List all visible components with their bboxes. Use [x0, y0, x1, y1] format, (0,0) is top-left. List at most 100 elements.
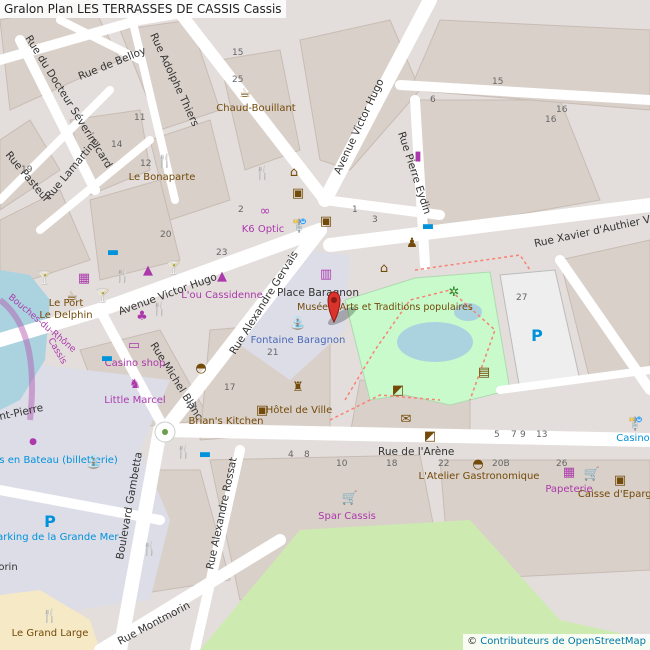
house-number: 7	[511, 430, 517, 440]
bus-stop-icon[interactable]: 🚏	[628, 416, 644, 432]
hotel-icon[interactable]: ▬	[107, 245, 119, 260]
fountain-icon[interactable]: ⛲	[86, 454, 102, 470]
house-number: 24	[186, 401, 198, 411]
house-number: 8	[304, 450, 310, 460]
house-number: 19	[21, 165, 33, 175]
restaurant-icon[interactable]: ◓	[472, 457, 483, 472]
hotel-icon[interactable]: ⌂	[290, 165, 298, 180]
place-label: Casino shop	[105, 358, 166, 369]
place-label: Musée d'Arts et Traditions populaires	[297, 302, 473, 313]
restaurant-icon[interactable]: 🍴	[255, 165, 271, 181]
shop-icon[interactable]: ◩	[392, 383, 404, 398]
hotel-icon[interactable]: ▬	[101, 351, 113, 366]
place-label: K6 Optic	[242, 224, 285, 235]
optician-icon[interactable]: ∞	[260, 204, 271, 219]
house-number: 1	[352, 205, 358, 215]
shop-icon[interactable]: ▦	[563, 465, 575, 480]
hotel-icon[interactable]: ▬	[199, 447, 211, 462]
cafe-icon[interactable]: ▣	[256, 403, 268, 418]
gift-icon[interactable]: ▦	[78, 271, 90, 286]
restaurant-icon[interactable]: ◓	[195, 361, 206, 376]
bus-stop-icon[interactable]: 🚏	[292, 218, 308, 234]
house-number: 13	[536, 430, 547, 440]
house-number: 10	[336, 459, 348, 469]
house-number: 14	[111, 140, 123, 150]
place-label: Spar Cassis	[318, 511, 376, 522]
town-hall-icon[interactable]: ◩	[424, 429, 436, 444]
bank-icon[interactable]: ▣	[614, 473, 626, 488]
house-number: 4	[288, 450, 294, 460]
house-number: 6	[430, 95, 436, 105]
hotel-icon[interactable]: ▬	[422, 219, 434, 234]
book-shop-icon[interactable]: ▮	[414, 149, 421, 164]
place-label: Le Bonaparte	[129, 172, 196, 183]
house-number: 17	[224, 383, 235, 393]
place-label: Casino	[616, 433, 650, 444]
clothes-icon[interactable]: ♞	[129, 377, 141, 392]
place-label: Place Baragnon	[277, 287, 359, 299]
place-label: Chaud-Bouillant	[216, 103, 296, 114]
place-label: Le Grand Large	[12, 628, 89, 639]
house-number: 16	[556, 105, 568, 115]
restaurant-icon[interactable]: 🍴	[152, 301, 168, 317]
place-label: L'Atelier Gastronomique	[419, 471, 540, 482]
place-label: orin	[0, 562, 18, 573]
place-label: Hôtel de Ville	[266, 404, 332, 416]
house-number: 25	[232, 75, 243, 85]
house-number: 23	[216, 248, 227, 258]
bank-icon[interactable]: ▣	[292, 186, 304, 201]
parking-icon[interactable]: P	[531, 326, 543, 345]
parking-icon[interactable]: P	[44, 512, 56, 531]
shop-icon[interactable]: ▤	[478, 365, 490, 380]
fountain-icon[interactable]: ⛲	[290, 315, 306, 331]
theatre-icon[interactable]: ▥	[320, 267, 332, 282]
bar-icon[interactable]: 🍸	[37, 269, 53, 286]
house-number: 20	[160, 230, 172, 240]
restaurant-icon[interactable]: 🍴	[42, 608, 58, 624]
house-number: 16	[545, 115, 557, 125]
place-label: Fontaine Baragnon	[251, 335, 346, 346]
map-attribution[interactable]: © Contributeurs de OpenStreetMap	[463, 634, 650, 650]
shop-icon[interactable]: 🛒	[342, 490, 358, 506]
house-number: 9	[520, 430, 526, 440]
openstreetmap-link[interactable]: Contributeurs de OpenStreetMap	[480, 636, 646, 647]
house-number: 27	[516, 293, 527, 303]
post-office-icon[interactable]: ✉	[401, 412, 412, 427]
cafe-icon[interactable]: ☕	[239, 86, 251, 101]
house-number: 18	[386, 459, 398, 469]
park-pond	[397, 322, 473, 362]
house-number: 15	[492, 77, 503, 87]
town-hall-icon[interactable]: ♜	[292, 380, 304, 395]
house-number: 15	[232, 48, 243, 58]
playground-icon[interactable]: ✲	[449, 285, 460, 300]
map-canvas[interactable]: Rue du Docteur Séverin Icard Rue de Bell…	[0, 0, 650, 650]
place-label: Le Delphin	[39, 310, 92, 321]
place-label: Caisse d'Epargne	[578, 489, 650, 500]
bank-icon[interactable]: ▣	[320, 214, 332, 229]
shop-icon[interactable]: ▭	[128, 338, 140, 353]
clothes-icon[interactable]: ▲	[217, 269, 227, 284]
gift-icon[interactable]: ▲	[143, 263, 153, 278]
restaurant-icon[interactable]: 🍴	[176, 444, 192, 460]
cafe-icon[interactable]: ☕	[66, 289, 78, 304]
restaurant-icon[interactable]: 🍴	[157, 153, 173, 169]
clothes-icon[interactable]: ♣	[136, 309, 148, 324]
bar-icon[interactable]: 🍸	[95, 287, 111, 304]
house-number: 2	[238, 205, 244, 215]
place-label: Little Marcel	[104, 395, 165, 406]
street-label: Rue de l'Arène	[378, 446, 454, 458]
restaurant-icon[interactable]: 🍴	[115, 268, 131, 284]
house-number: 20B	[492, 459, 510, 469]
bar-icon[interactable]: 🍸	[166, 259, 182, 276]
shop-icon[interactable]: ●	[29, 437, 37, 447]
town-hall-icon[interactable]: ♟	[406, 236, 418, 251]
shop-icon[interactable]: 🛒	[584, 466, 600, 482]
restaurant-icon[interactable]: 🍴	[142, 541, 158, 557]
copyright-symbol: ©	[467, 636, 478, 647]
map-title: Gralon Plan LES TERRASSES DE CASSIS Cass…	[0, 0, 286, 18]
house-number: 3	[372, 215, 378, 225]
place-label: Parking de la Grande Mer	[0, 532, 119, 543]
house-number: 21	[267, 348, 278, 358]
house-number: 12	[140, 159, 151, 169]
museum-icon[interactable]: ⌂	[380, 261, 388, 276]
